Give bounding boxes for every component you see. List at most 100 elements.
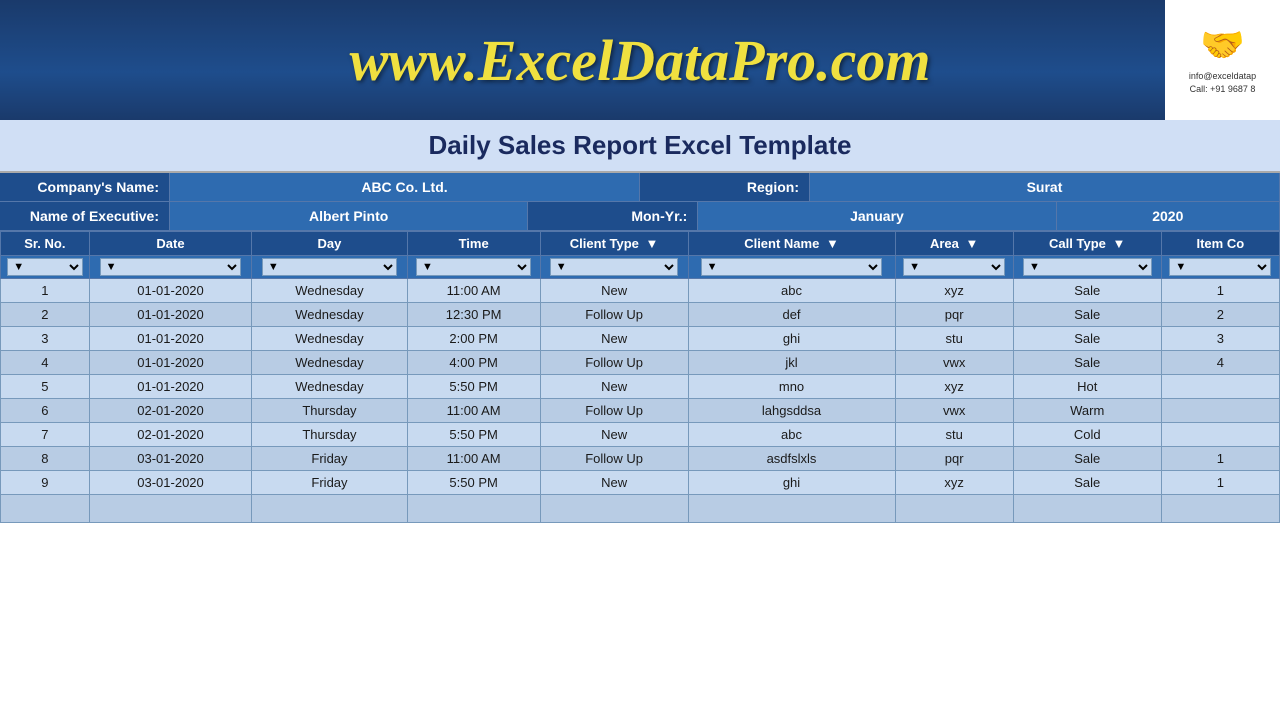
filter-clientname[interactable]: ▼ — [701, 258, 883, 276]
table-row: 702-01-2020Thursday5:50 PMNewabcstuCold — [1, 423, 1280, 447]
monyr-label: Mon-Yr.: — [528, 202, 698, 231]
table-cell: 4 — [1161, 351, 1279, 375]
table-cell: 5:50 PM — [407, 471, 540, 495]
company-value: ABC Co. Ltd. — [170, 173, 640, 202]
table-cell: 02-01-2020 — [89, 423, 252, 447]
table-cell: New — [540, 423, 688, 447]
table-cell: 3 — [1, 327, 90, 351]
table-cell: xyz — [895, 375, 1013, 399]
table-row: 301-01-2020Wednesday2:00 PMNewghistuSale… — [1, 327, 1280, 351]
table-cell: Sale — [1013, 447, 1161, 471]
table-cell: 12:30 PM — [407, 303, 540, 327]
logo-contact: info@exceldatap Call: +91 9687 8 — [1189, 70, 1256, 95]
report-title: Daily Sales Report Excel Template — [0, 120, 1280, 173]
table-cell: New — [540, 471, 688, 495]
table-cell: New — [540, 279, 688, 303]
table-cell — [1161, 423, 1279, 447]
col-header-date: Date — [89, 232, 252, 256]
table-cell: Follow Up — [540, 351, 688, 375]
table-cell: 5:50 PM — [407, 423, 540, 447]
table-cell: 1 — [1161, 471, 1279, 495]
executive-value: Albert Pinto — [170, 202, 528, 231]
table-cell: ghi — [688, 327, 895, 351]
col-header-clienttype: Client Type ▼ — [540, 232, 688, 256]
filter-area[interactable]: ▼ — [903, 258, 1005, 276]
table-cell: New — [540, 375, 688, 399]
table-cell: 1 — [1161, 279, 1279, 303]
table-cell: 5:50 PM — [407, 375, 540, 399]
table-cell: 01-01-2020 — [89, 327, 252, 351]
table-cell: New — [540, 327, 688, 351]
table-cell: 1 — [1161, 447, 1279, 471]
col-header-area: Area ▼ — [895, 232, 1013, 256]
executive-label: Name of Executive: — [0, 202, 170, 231]
col-header-day: Day — [252, 232, 407, 256]
header-banner: www.ExcelDataPro.com 🤝 info@exceldatap C… — [0, 0, 1280, 120]
sales-table: Sr. No. Date Day Time Client Type ▼ Clie… — [0, 231, 1280, 523]
table-cell: 2 — [1, 303, 90, 327]
table-row: 101-01-2020Wednesday11:00 AMNewabcxyzSal… — [1, 279, 1280, 303]
year-value: 2020 — [1057, 202, 1280, 231]
table-cell: Wednesday — [252, 351, 407, 375]
table-cell: Friday — [252, 471, 407, 495]
table-cell: Wednesday — [252, 375, 407, 399]
table-cell: 11:00 AM — [407, 279, 540, 303]
filter-srno[interactable]: ▼ — [7, 258, 82, 276]
col-header-calltype: Call Type ▼ — [1013, 232, 1161, 256]
filter-time[interactable]: ▼ — [416, 258, 531, 276]
filter-icon-calltype[interactable]: ▼ — [1113, 236, 1126, 251]
filter-icon-clientname[interactable]: ▼ — [826, 236, 839, 251]
table-cell: xyz — [895, 471, 1013, 495]
table-cell: Cold — [1013, 423, 1161, 447]
table-cell: 6 — [1, 399, 90, 423]
filter-day[interactable]: ▼ — [262, 258, 397, 276]
table-cell: Follow Up — [540, 303, 688, 327]
table-cell: vwx — [895, 399, 1013, 423]
monyr-value: January — [698, 202, 1056, 231]
table-cell: def — [688, 303, 895, 327]
filter-icon-clienttype[interactable]: ▼ — [646, 236, 659, 251]
data-table-container: Sr. No. Date Day Time Client Type ▼ Clie… — [0, 231, 1280, 523]
col-header-time: Time — [407, 232, 540, 256]
logo-icon: 🤝 — [1200, 24, 1245, 66]
filter-date[interactable]: ▼ — [100, 258, 242, 276]
table-cell: 02-01-2020 — [89, 399, 252, 423]
table-row: 501-01-2020Wednesday5:50 PMNewmnoxyzHot — [1, 375, 1280, 399]
company-label: Company's Name: — [0, 173, 170, 202]
logo-box: 🤝 info@exceldatap Call: +91 9687 8 — [1165, 0, 1280, 120]
site-url: www.ExcelDataPro.com — [20, 27, 1260, 94]
table-row: 803-01-2020Friday11:00 AMFollow Upasdfsl… — [1, 447, 1280, 471]
table-cell: 8 — [1, 447, 90, 471]
col-header-srno: Sr. No. — [1, 232, 90, 256]
table-cell: Wednesday — [252, 279, 407, 303]
table-cell: jkl — [688, 351, 895, 375]
region-label: Region: — [640, 173, 810, 202]
table-cell: 4:00 PM — [407, 351, 540, 375]
table-cell: Follow Up — [540, 447, 688, 471]
table-cell: 3 — [1161, 327, 1279, 351]
region-value: Surat — [810, 173, 1280, 202]
table-cell: Warm — [1013, 399, 1161, 423]
table-cell: Sale — [1013, 279, 1161, 303]
table-row: 201-01-2020Wednesday12:30 PMFollow Updef… — [1, 303, 1280, 327]
filter-calltype[interactable]: ▼ — [1023, 258, 1152, 276]
filter-icon-area[interactable]: ▼ — [965, 236, 978, 251]
table-cell: 01-01-2020 — [89, 279, 252, 303]
table-cell: Thursday — [252, 399, 407, 423]
table-cell: 4 — [1, 351, 90, 375]
table-cell: Hot — [1013, 375, 1161, 399]
table-cell: 5 — [1, 375, 90, 399]
filter-row: ▼ ▼ ▼ ▼ ▼ ▼ ▼ ▼ ▼ — [1, 256, 1280, 279]
table-row: 602-01-2020Thursday11:00 AMFollow Uplahg… — [1, 399, 1280, 423]
table-cell: pqr — [895, 303, 1013, 327]
table-cell: vwx — [895, 351, 1013, 375]
table-cell: 01-01-2020 — [89, 303, 252, 327]
column-header-row: Sr. No. Date Day Time Client Type ▼ Clie… — [1, 232, 1280, 256]
table-row: 903-01-2020Friday5:50 PMNewghixyzSale1 — [1, 471, 1280, 495]
filter-clienttype[interactable]: ▼ — [550, 258, 679, 276]
filter-itemco[interactable]: ▼ — [1169, 258, 1271, 276]
table-cell: 2:00 PM — [407, 327, 540, 351]
table-cell: 03-01-2020 — [89, 447, 252, 471]
table-cell: abc — [688, 279, 895, 303]
table-cell: Wednesday — [252, 327, 407, 351]
